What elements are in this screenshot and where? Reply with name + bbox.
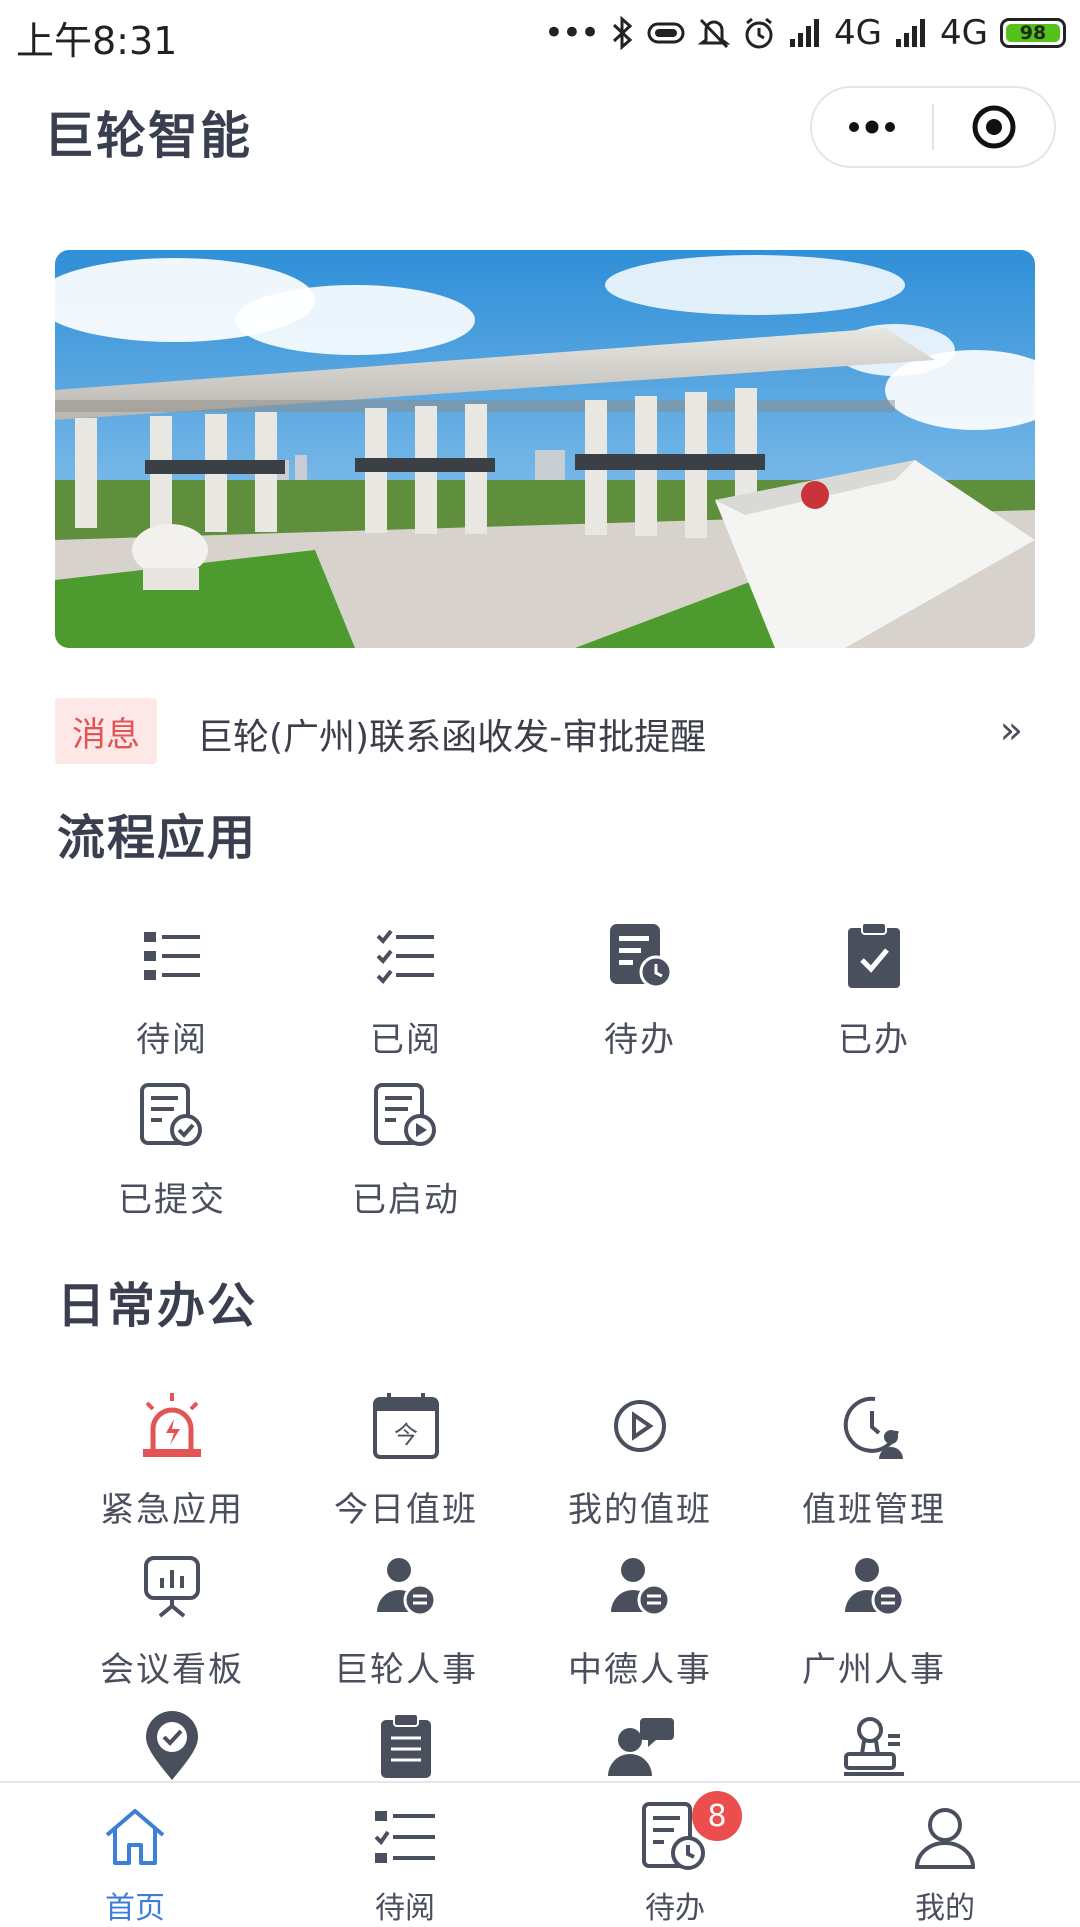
app-label: 已启动 bbox=[352, 1180, 460, 1220]
app-label: 紧急应用 bbox=[100, 1490, 244, 1530]
app-todo[interactable]: 待办 bbox=[523, 920, 757, 1080]
app-my-duty[interactable]: 我的值班 bbox=[523, 1390, 757, 1550]
clock-user-icon bbox=[838, 1390, 910, 1462]
app-meeting-board[interactable]: 会议看板 bbox=[55, 1550, 289, 1710]
app-started[interactable]: 已启动 bbox=[289, 1080, 523, 1240]
app-submitted[interactable]: 已提交 bbox=[55, 1080, 289, 1240]
app-label: 待办 bbox=[604, 1020, 676, 1060]
banner-image[interactable] bbox=[55, 250, 1035, 648]
app-label: 已办 bbox=[838, 1020, 910, 1060]
close-miniprogram-button[interactable] bbox=[934, 88, 1054, 166]
svg-text:今: 今 bbox=[394, 1421, 418, 1449]
list-icon bbox=[136, 920, 208, 992]
calendar-today-icon: 今 bbox=[370, 1390, 442, 1462]
app-label: 我的值班 bbox=[568, 1490, 712, 1530]
notice-tag: 消息 bbox=[55, 698, 157, 764]
app-label: 中德人事 bbox=[568, 1650, 712, 1690]
notice-text[interactable]: 巨轮(广州)联系函收发-审批提醒 bbox=[197, 708, 706, 760]
notepad-icon bbox=[370, 1710, 442, 1782]
app-today-duty[interactable]: 今 今日值班 bbox=[289, 1390, 523, 1550]
tab-todo[interactable]: 8 待办 bbox=[540, 1783, 810, 1926]
app-label: 今日值班 bbox=[334, 1490, 478, 1530]
clipboard-check-icon bbox=[838, 920, 910, 992]
status-icons: ••• 4G 4G 98 bbox=[544, 10, 1066, 56]
stamp-icon bbox=[838, 1710, 910, 1782]
app-label: 会议看板 bbox=[100, 1650, 244, 1690]
network-label-2: 4G bbox=[940, 13, 988, 53]
section-title-workflow: 流程应用 bbox=[57, 810, 258, 866]
user-list-icon bbox=[838, 1550, 910, 1622]
alarm-icon bbox=[136, 1390, 208, 1462]
target-icon bbox=[972, 105, 1016, 149]
presentation-board-icon bbox=[136, 1550, 208, 1622]
signal-icon bbox=[790, 19, 820, 47]
app-hr-julun[interactable]: 巨轮人事 bbox=[289, 1550, 523, 1710]
tab-label: 我的 bbox=[915, 1891, 975, 1926]
doc-play-icon bbox=[370, 1080, 442, 1152]
app-hr-guangzhou[interactable]: 广州人事 bbox=[757, 1550, 991, 1710]
app-hr-zhongde[interactable]: 中德人事 bbox=[523, 1550, 757, 1710]
status-time: 上午8:31 bbox=[16, 19, 178, 63]
list-icon bbox=[365, 1797, 445, 1877]
app-label: 值班管理 bbox=[802, 1490, 946, 1530]
user-chat-icon bbox=[604, 1710, 676, 1782]
tab-pending-read[interactable]: 待阅 bbox=[270, 1783, 540, 1926]
app-label: 已阅 bbox=[370, 1020, 442, 1060]
tab-home[interactable]: 首页 bbox=[0, 1783, 270, 1926]
battery-icon: 98 bbox=[1000, 18, 1066, 48]
user-list-icon bbox=[370, 1550, 442, 1622]
tab-label: 待阅 bbox=[375, 1891, 435, 1926]
section-title-office: 日常办公 bbox=[57, 1278, 258, 1334]
user-icon bbox=[905, 1797, 985, 1877]
bell-off-icon bbox=[698, 18, 731, 49]
status-bar: 上午8:31 ••• 4G 4G 98 bbox=[0, 0, 1080, 66]
app-label: 巨轮人事 bbox=[334, 1650, 478, 1690]
app-emergency[interactable]: 紧急应用 bbox=[55, 1390, 289, 1550]
app-read[interactable]: 已阅 bbox=[289, 920, 523, 1080]
home-icon bbox=[95, 1797, 175, 1877]
notice-bar[interactable]: 消息 巨轮(广州)联系函收发-审批提醒 » bbox=[55, 698, 1035, 764]
industrial-park-photo bbox=[55, 250, 1035, 648]
play-circle-icon bbox=[604, 1390, 676, 1462]
doc-clock-icon bbox=[604, 920, 676, 992]
app-label: 待阅 bbox=[136, 1020, 208, 1060]
notice-more-icon[interactable]: » bbox=[1000, 708, 1023, 752]
more-button[interactable] bbox=[812, 88, 932, 166]
tab-label: 待办 bbox=[645, 1891, 705, 1926]
battery-level: 98 bbox=[1006, 22, 1060, 44]
bottom-tab-bar: 首页 待阅 8 待办 我的 bbox=[0, 1781, 1080, 1926]
tab-profile[interactable]: 我的 bbox=[810, 1783, 1080, 1926]
vibrate-icon bbox=[647, 22, 685, 44]
app-label: 已提交 bbox=[118, 1180, 226, 1220]
todo-count-badge: 8 bbox=[692, 1791, 742, 1841]
page-title: 巨轮智能 bbox=[44, 107, 252, 165]
tab-label: 首页 bbox=[105, 1891, 165, 1926]
user-list-icon bbox=[604, 1550, 676, 1622]
more-dots-icon bbox=[849, 120, 895, 134]
more-dots-icon: ••• bbox=[543, 13, 600, 53]
app-done[interactable]: 已办 bbox=[757, 920, 991, 1080]
signal-hd-icon bbox=[896, 19, 926, 47]
app-pending-read[interactable]: 待阅 bbox=[55, 920, 289, 1080]
app-duty-management[interactable]: 值班管理 bbox=[757, 1390, 991, 1550]
alarm-clock-icon bbox=[745, 17, 773, 49]
network-label-1: 4G bbox=[834, 13, 883, 53]
miniprogram-capsule bbox=[810, 86, 1056, 168]
workflow-grid: 待阅 已阅 待办 已办 已提交 已启动 bbox=[55, 920, 991, 1240]
bluetooth-icon bbox=[613, 16, 633, 50]
doc-check-icon bbox=[136, 1080, 208, 1152]
app-label: 广州人事 bbox=[802, 1650, 946, 1690]
checklist-icon bbox=[370, 920, 442, 992]
location-check-icon bbox=[136, 1710, 208, 1782]
